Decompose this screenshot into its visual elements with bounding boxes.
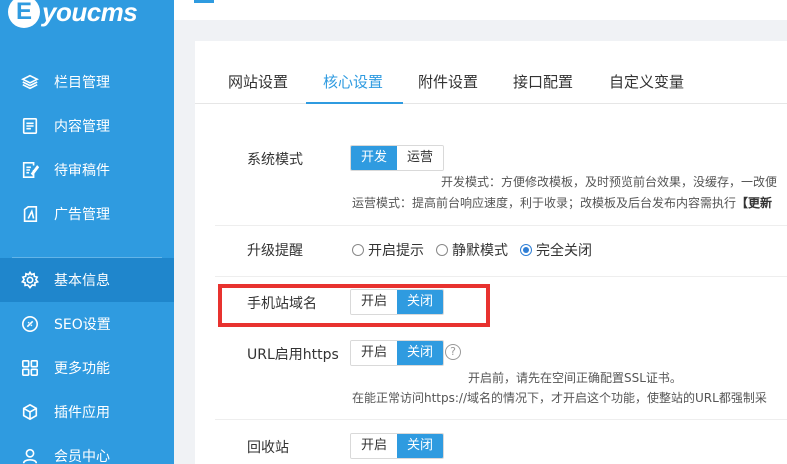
- upgrade-notice-option-prompt[interactable]: 开启提示: [352, 240, 424, 260]
- row-divider: [215, 419, 787, 420]
- system-mode-switch: 开发 运营: [350, 145, 445, 171]
- tab-attachment-settings[interactable]: 附件设置: [418, 71, 478, 92]
- sidebar-item-label: 基本信息: [54, 273, 110, 289]
- upgrade-notice-option-silent[interactable]: 静默模式: [436, 240, 508, 260]
- gear-icon: [20, 270, 40, 290]
- tab-core-settings[interactable]: 核心设置: [323, 71, 383, 92]
- radio-label: 完全关闭: [536, 243, 592, 259]
- system-mode-ops-button[interactable]: 运营: [397, 146, 444, 170]
- upgrade-notice-option-off[interactable]: 完全关闭: [520, 240, 592, 260]
- sidebar-divider: [12, 236, 162, 258]
- sidebar-item-label: 会员中心: [54, 449, 110, 464]
- url-https-note-2: 在能正常访问https://域名的情况下，才开启这个功能，使整站的URL都强制采: [352, 391, 767, 405]
- sidebar-item-seo[interactable]: SEO设置: [0, 302, 174, 346]
- logo-text: youcms: [42, 0, 138, 27]
- radio-label: 静默模式: [452, 243, 508, 259]
- sidebar-item-columns[interactable]: 栏目管理: [0, 60, 174, 104]
- sidebar-item-label: 插件应用: [54, 405, 110, 421]
- radio-label: 开启提示: [368, 243, 424, 259]
- sidebar-item-label: 内容管理: [54, 119, 110, 135]
- logo[interactable]: E youcms: [0, 0, 138, 30]
- tab-bar: 网站设置 核心设置 附件设置 接口配置 自定义变量: [195, 41, 787, 104]
- radio-button[interactable]: [436, 244, 448, 256]
- sidebar-item-more[interactable]: 更多功能: [0, 346, 174, 390]
- sidebar-item-members[interactable]: 会员中心: [0, 434, 174, 464]
- upgrade-notice-label: 升级提醒: [247, 243, 303, 259]
- recycle-bin-switch: 开启 关闭: [350, 433, 445, 459]
- menu-toggle-indicator[interactable]: [194, 0, 214, 3]
- sidebar: E youcms 栏目管理 内容管理 待审稿件 广告管理 基本信息 SEO设置: [0, 0, 174, 464]
- url-https-off-button[interactable]: 关闭: [397, 341, 444, 365]
- highlight-box: [218, 284, 490, 327]
- settings-panel: 网站设置 核心设置 附件设置 接口配置 自定义变量 系统模式 开发 运营 开发模…: [195, 41, 787, 464]
- ad-icon: [20, 204, 40, 224]
- sidebar-nav: 栏目管理 内容管理 待审稿件 广告管理 基本信息 SEO设置 更多功能 插件应用…: [0, 60, 174, 464]
- sidebar-item-label: 更多功能: [54, 361, 110, 377]
- url-https-on-button[interactable]: 开启: [351, 341, 398, 365]
- tab-custom-variables[interactable]: 自定义变量: [609, 71, 684, 92]
- system-mode-label: 系统模式: [247, 152, 303, 168]
- url-https-note-1: 开启前，请先在空间正确配置SSL证书。: [468, 371, 682, 385]
- recycle-bin-off-button[interactable]: 关闭: [397, 434, 444, 458]
- radio-button-checked[interactable]: [520, 244, 532, 256]
- user-icon: [20, 446, 40, 464]
- sidebar-item-ads[interactable]: 广告管理: [0, 192, 174, 236]
- grid-icon: [20, 358, 40, 378]
- url-https-switch: 开启 关闭: [350, 340, 445, 366]
- sidebar-item-content[interactable]: 内容管理: [0, 104, 174, 148]
- system-mode-dev-button[interactable]: 开发: [351, 146, 398, 170]
- sidebar-item-label: SEO设置: [54, 317, 111, 333]
- sidebar-item-label: 待审稿件: [54, 163, 110, 179]
- system-mode-ops-note: 运营模式：提高前台响应速度，利于收录；改模板及后台发布内容需执行【更新: [352, 194, 787, 211]
- sidebar-item-label: 广告管理: [54, 207, 110, 223]
- top-bar: [174, 0, 787, 20]
- system-mode-dev-note: 开发模式：方便修改模板，及时预览前台效果，没缓存，一改便: [441, 175, 778, 189]
- radio-button[interactable]: [352, 244, 364, 256]
- tab-site-settings[interactable]: 网站设置: [228, 71, 288, 92]
- help-icon[interactable]: ?: [445, 344, 461, 360]
- edit-document-icon: [20, 160, 40, 180]
- system-mode-ops-note-text: 运营模式：提高前台响应速度，利于收录；改模板及后台发布内容需执行: [352, 196, 737, 210]
- active-tab-indicator: [306, 102, 403, 104]
- recycle-bin-label: 回收站: [247, 440, 289, 456]
- document-icon: [20, 116, 40, 136]
- sidebar-item-label: 栏目管理: [54, 75, 110, 91]
- row-divider: [215, 276, 787, 277]
- seo-icon: [20, 314, 40, 334]
- sidebar-item-plugins[interactable]: 插件应用: [0, 390, 174, 434]
- recycle-bin-on-button[interactable]: 开启: [351, 434, 398, 458]
- upgrade-notice-radio-group: 开启提示 静默模式 完全关闭: [352, 240, 604, 260]
- layers-icon: [20, 72, 40, 92]
- sidebar-item-pending[interactable]: 待审稿件: [0, 148, 174, 192]
- logo-mark: E: [8, 0, 40, 28]
- row-divider: [215, 225, 787, 226]
- sidebar-item-basic-info[interactable]: 基本信息: [0, 258, 174, 302]
- update-link[interactable]: 【更新: [736, 196, 772, 210]
- tab-api-config[interactable]: 接口配置: [513, 71, 573, 92]
- url-https-label: URL启用https: [247, 347, 339, 363]
- cube-icon: [20, 402, 40, 422]
